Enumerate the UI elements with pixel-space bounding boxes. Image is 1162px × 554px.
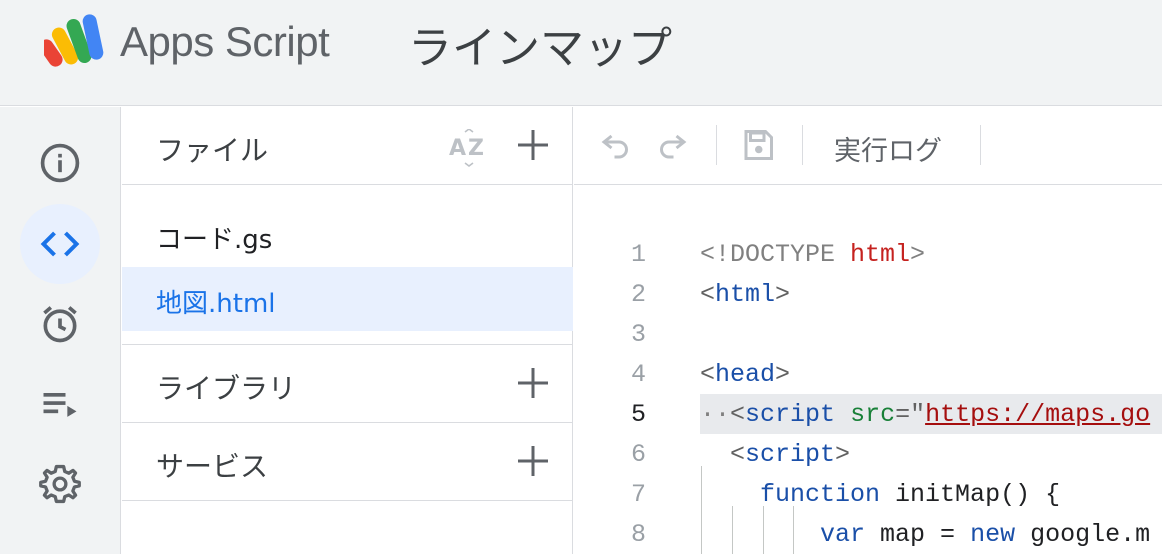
code-text: var map = new google.m	[700, 520, 1150, 549]
brand-name: Apps Script	[120, 18, 330, 65]
files-panel: ファイル A Z コード.gs 地図.html ライブラリ サービス	[122, 107, 573, 554]
editor-toolbar: 実行ログ	[574, 107, 1162, 185]
code-icon	[40, 231, 80, 257]
indent-guide	[732, 506, 733, 554]
code-token: function	[760, 480, 881, 509]
code-token: head	[715, 360, 776, 389]
code-text: <!DOCTYPE html>	[700, 240, 925, 269]
libraries-section-header: ライブラリ	[122, 345, 573, 423]
code-token: >	[910, 240, 926, 269]
apps-script-logo-icon[interactable]	[44, 14, 108, 68]
code-token: <	[700, 360, 716, 389]
gear-icon	[39, 464, 81, 504]
line-number: 8	[630, 520, 646, 549]
executions-icon	[43, 393, 77, 417]
code-line[interactable]: 5 ··<script src="https://maps.go	[574, 394, 1162, 434]
line-number: 2	[630, 280, 646, 309]
code-token: map =	[865, 520, 971, 549]
info-icon	[40, 143, 80, 183]
code-token: html	[850, 240, 911, 269]
code-token: google.m	[1015, 520, 1151, 549]
redo-icon[interactable]	[654, 127, 690, 163]
file-item-map-html[interactable]: 地図.html	[122, 267, 573, 331]
code-line[interactable]: 3	[574, 314, 1162, 354]
toolbar-separator	[802, 125, 803, 165]
line-number: 1	[630, 240, 646, 269]
settings-button[interactable]	[20, 444, 100, 524]
code-token: <	[730, 440, 746, 469]
alarm-icon	[43, 306, 77, 343]
line-number: 6	[630, 440, 646, 469]
svg-text:Z: Z	[468, 136, 484, 161]
file-name: コード.gs	[156, 225, 273, 255]
line-number: 5	[630, 400, 646, 429]
code-token: src	[850, 400, 896, 429]
code-line[interactable]: 4 <head>	[574, 354, 1162, 394]
code-text: ··<script src="https://maps.go	[700, 400, 1150, 429]
file-name: 地図.html	[156, 289, 276, 319]
project-title[interactable]: ラインマップ	[408, 12, 672, 76]
indent-guide	[793, 506, 794, 554]
sort-az-icon[interactable]: A Z	[448, 129, 490, 169]
code-token: script	[745, 440, 836, 469]
code-line[interactable]: 8 var map = new google.m	[574, 514, 1162, 554]
left-nav-rail	[0, 107, 121, 554]
indent-guide	[701, 466, 702, 554]
code-token: <	[700, 280, 716, 309]
executions-button[interactable]	[20, 364, 100, 444]
app-header: Apps Script ラインマップ	[0, 0, 1162, 106]
code-token: initMap() {	[880, 480, 1061, 509]
code-text: <html>	[700, 280, 790, 309]
svg-text:A: A	[449, 136, 466, 161]
editor-button[interactable]	[20, 204, 100, 284]
save-icon[interactable]	[740, 127, 776, 163]
add-file-icon[interactable]	[515, 127, 551, 163]
code-text: <script>	[700, 440, 850, 469]
code-text: <head>	[700, 360, 790, 389]
services-section-header: サービス	[122, 423, 573, 501]
toolbar-separator	[716, 125, 717, 165]
code-token: ="	[895, 400, 926, 429]
toolbar-separator	[980, 125, 981, 165]
code-token: <	[730, 400, 746, 429]
libraries-title: ライブラリ	[156, 372, 297, 405]
services-title: サービス	[156, 450, 269, 483]
undo-icon[interactable]	[598, 127, 634, 163]
indent-guide	[763, 506, 764, 554]
code-line[interactable]: 2 <html>	[574, 274, 1162, 314]
line-number: 4	[630, 360, 646, 389]
files-section-header: ファイル A Z	[122, 107, 573, 185]
overview-button[interactable]	[20, 123, 100, 203]
code-token: var	[820, 520, 866, 549]
code-token: script	[745, 400, 836, 429]
code-token: >	[775, 280, 791, 309]
line-number: 3	[630, 320, 646, 349]
code-token: <!DOCTYPE	[700, 240, 851, 269]
code-token: html	[715, 280, 776, 309]
code-token: https://maps.go	[925, 400, 1151, 429]
code-area[interactable]: 8 var map = new google.m 7 function initM…	[574, 186, 1162, 554]
triggers-button[interactable]	[20, 284, 100, 364]
code-line[interactable]: 6 <script>	[574, 434, 1162, 474]
file-item-code-gs[interactable]: コード.gs	[122, 203, 573, 267]
code-editor-pane: 実行ログ 8 var map = new google.m 7 function …	[574, 107, 1162, 554]
add-library-icon[interactable]	[515, 365, 551, 401]
execution-log-button[interactable]: 実行ログ	[834, 129, 942, 168]
line-number: 7	[630, 480, 646, 509]
code-token: new	[970, 520, 1016, 549]
code-token: >	[775, 360, 791, 389]
code-token: ··	[700, 400, 731, 429]
code-text: function initMap() {	[700, 480, 1060, 509]
code-token: >	[835, 440, 851, 469]
files-title: ファイル	[156, 134, 269, 167]
add-service-icon[interactable]	[515, 443, 551, 479]
code-line[interactable]: 1 <!DOCTYPE html>	[574, 234, 1162, 274]
code-line[interactable]: 7 function initMap() {	[574, 474, 1162, 514]
